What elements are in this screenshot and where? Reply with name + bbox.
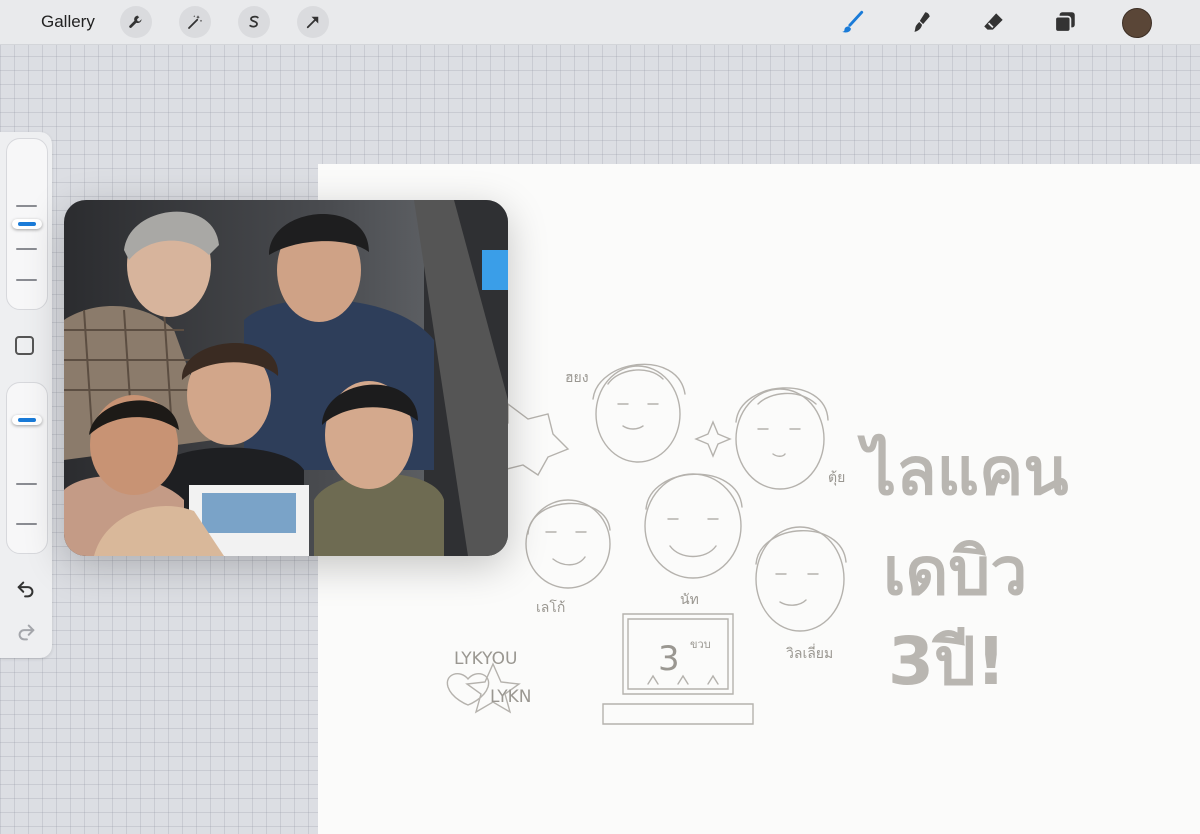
heart-doodle: [446, 673, 490, 706]
wrench-icon: [129, 15, 142, 28]
brush-opacity-slider[interactable]: [6, 382, 48, 554]
sketch-name-label: ฮยง: [565, 370, 589, 386]
face-sketch: [644, 473, 743, 579]
sketch-name-label: วิลเลี่ยม: [786, 644, 833, 662]
eraser-tool-button[interactable]: [978, 6, 1010, 38]
face-sketch: [592, 363, 686, 463]
smudge-icon: [914, 12, 930, 32]
magic-wand-icon: [188, 15, 203, 29]
reference-photo: [64, 200, 508, 556]
redo-button[interactable]: [14, 620, 38, 644]
actions-button[interactable]: [120, 6, 152, 38]
cake-number: 3: [658, 639, 680, 679]
brush-size-thumb[interactable]: [12, 219, 42, 229]
redo-icon: [18, 624, 35, 641]
face-sketch: [755, 526, 847, 632]
side-toolbar: [0, 132, 52, 658]
selection-button[interactable]: [238, 6, 270, 38]
undo-button[interactable]: [14, 577, 38, 601]
reference-photo-window[interactable]: [64, 200, 508, 556]
face-sketch: [525, 499, 611, 589]
transform-button[interactable]: [297, 6, 329, 38]
sketch-name-label: ตุ้ย: [828, 470, 845, 486]
smudge-tool-button[interactable]: [906, 6, 938, 38]
title-line-1: ไลแคน: [857, 433, 1068, 510]
slider-tick: [16, 248, 37, 250]
cake-suffix: ขวบ: [690, 638, 711, 651]
adjustments-button[interactable]: [179, 6, 211, 38]
paint-tool-button[interactable]: [836, 6, 868, 38]
title-line-2: เดบิว: [883, 533, 1027, 610]
title-line-3: 3ปี!: [888, 623, 1006, 700]
layers-icon: [1054, 12, 1075, 33]
top-toolbar: Gallery: [0, 0, 1200, 45]
sketch-name-label: นัท: [680, 592, 699, 608]
slider-tick: [16, 483, 37, 485]
brush-opacity-thumb[interactable]: [12, 415, 42, 426]
slider-tick: [16, 205, 37, 207]
gallery-button[interactable]: Gallery: [41, 12, 95, 32]
slider-tick: [16, 279, 37, 281]
color-picker-button[interactable]: [1122, 8, 1152, 38]
brush-size-slider[interactable]: [6, 138, 48, 310]
selection-icon: [249, 15, 259, 28]
sparkle-doodle: [694, 420, 732, 458]
modify-button[interactable]: [15, 336, 34, 355]
face-sketch: [735, 387, 829, 490]
eraser-icon: [984, 13, 1003, 30]
sketch-name-label: เลโก้: [536, 599, 565, 616]
love-text-line-2: LYKN: [490, 687, 531, 707]
transform-arrow-icon: [306, 16, 319, 29]
slider-tick: [16, 523, 37, 525]
layers-button[interactable]: [1049, 6, 1081, 38]
undo-icon: [17, 581, 34, 598]
brush-icon: [842, 10, 864, 33]
love-text-line-1: LYKYOU: [454, 649, 517, 669]
